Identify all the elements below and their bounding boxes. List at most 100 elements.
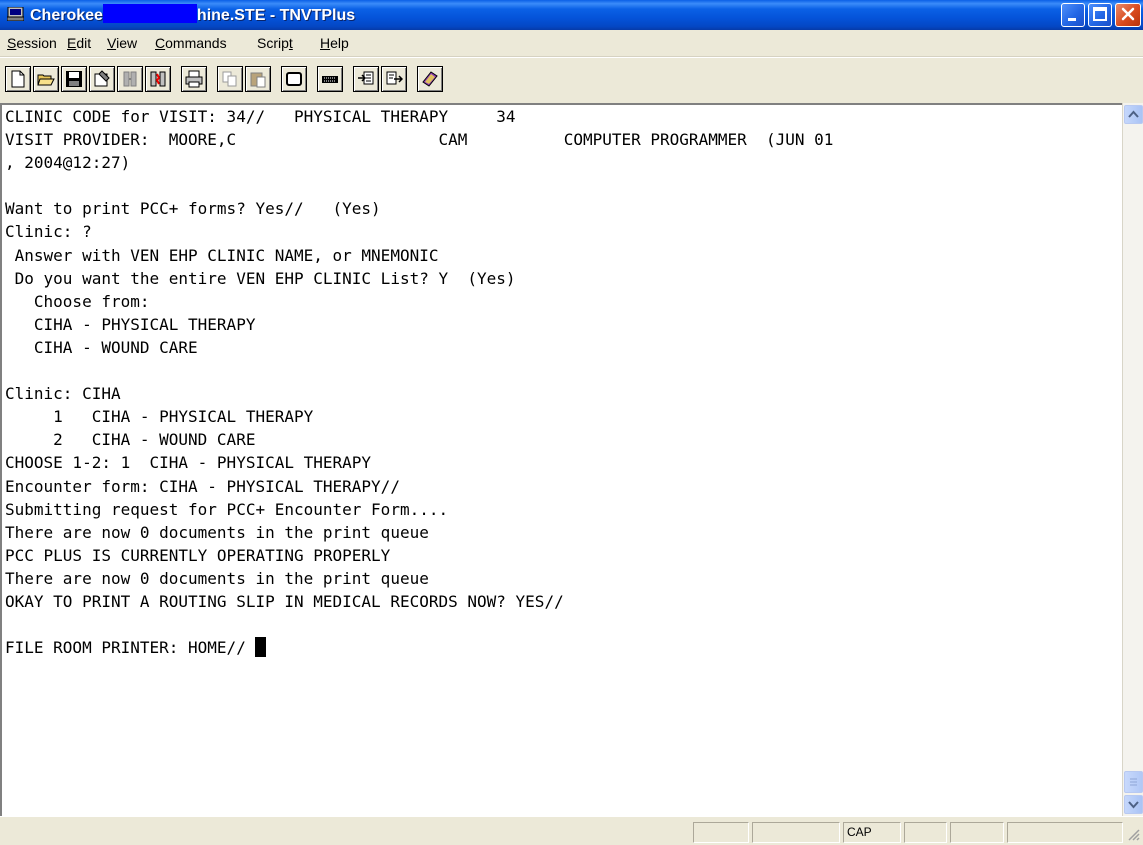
window-title-part2: hine.STE - TNVTPlus xyxy=(196,7,356,24)
maximize-button[interactable] xyxy=(1088,3,1112,27)
window-title: Cherokee hine.STE - TNVTPlus xyxy=(30,4,355,27)
connect-button[interactable] xyxy=(117,66,143,92)
close-icon xyxy=(1121,7,1135,21)
grip-lines-icon xyxy=(1130,778,1137,786)
menu-view-mnemonic: V xyxy=(107,35,117,51)
terminal-output: CLINIC CODE for VISIT: 34// PHYSICAL THE… xyxy=(5,105,833,659)
new-icon xyxy=(11,70,25,88)
terminal-line: CIHA - PHYSICAL THERAPY xyxy=(5,314,256,334)
blank-screen-icon xyxy=(286,72,302,86)
minimize-button[interactable] xyxy=(1061,3,1085,27)
keyboard-icon xyxy=(322,76,338,83)
terminal-app-icon xyxy=(7,7,24,21)
status-panel xyxy=(693,822,749,843)
menu-script[interactable]: Script xyxy=(257,35,293,51)
menu-bar: Session Edit View Commands Script Help xyxy=(0,30,1143,57)
menu-session-mnemonic: S xyxy=(7,35,17,51)
menu-help[interactable]: Help xyxy=(320,35,349,51)
terminal-line: Clinic: ? xyxy=(5,222,92,242)
copy-icon xyxy=(222,71,237,87)
window-title-part1: Cherokee xyxy=(30,7,103,24)
scroll-up-button[interactable] xyxy=(1124,105,1143,124)
scroll-thumb[interactable] xyxy=(1124,771,1143,793)
save-icon xyxy=(66,71,82,87)
paste-button[interactable] xyxy=(245,66,271,92)
terminal-prompt-line: FILE ROOM PRINTER: HOME// xyxy=(5,638,256,658)
menu-edit[interactable]: Edit xyxy=(67,35,91,51)
print-icon xyxy=(185,70,203,88)
menu-edit-mnemonic: E xyxy=(67,35,77,51)
paste-icon xyxy=(250,72,266,88)
terminal-screen[interactable]: CLINIC CODE for VISIT: 34// PHYSICAL THE… xyxy=(0,103,1122,816)
redaction-box xyxy=(102,4,197,23)
menu-commands-mnemonic: C xyxy=(155,35,166,51)
terminal-line: PCC PLUS IS CURRENTLY OPERATING PROPERLY xyxy=(5,545,391,565)
minimize-icon xyxy=(1068,18,1076,21)
export-icon xyxy=(386,71,403,85)
menu-view[interactable]: View xyxy=(107,35,137,51)
disconnect-icon xyxy=(150,71,166,87)
chevron-up-icon xyxy=(1128,110,1139,118)
menu-help-label: elp xyxy=(330,35,349,51)
caps-lock-indicator: CAP xyxy=(843,822,901,843)
application-window: Cherokee hine.STE - TNVTPlus Session Edit… xyxy=(0,0,1143,845)
status-panel xyxy=(752,822,840,843)
menu-script-label: Scrip xyxy=(257,35,289,51)
vertical-scrollbar[interactable] xyxy=(1122,103,1143,816)
close-button[interactable] xyxy=(1115,3,1141,27)
terminal-line: CHOOSE 1-2: 1 CIHA - PHYSICAL THERAPY xyxy=(5,453,372,473)
terminal-line: Do you want the entire VEN EHP CLINIC Li… xyxy=(5,268,516,288)
help-book-icon xyxy=(422,71,438,87)
terminal-line: OKAY TO PRINT A ROUTING SLIP IN MEDICAL … xyxy=(5,591,564,611)
terminal-line: CIHA - WOUND CARE xyxy=(5,337,198,357)
import-icon xyxy=(358,71,374,85)
new-button[interactable] xyxy=(5,66,31,92)
open-icon xyxy=(37,74,55,86)
text-cursor xyxy=(255,637,267,658)
terminal-line: There are now 0 documents in the print q… xyxy=(5,568,429,588)
menu-commands[interactable]: Commands xyxy=(155,35,227,51)
terminal-line: Submitting request for PCC+ Encounter Fo… xyxy=(5,499,449,519)
status-panel xyxy=(904,822,947,843)
terminal-line: There are now 0 documents in the print q… xyxy=(5,522,429,542)
title-bar[interactable]: Cherokee hine.STE - TNVTPlus xyxy=(0,0,1143,30)
terminal-line: Clinic: CIHA xyxy=(5,384,121,404)
connect-icon xyxy=(123,71,137,87)
maximize-icon xyxy=(1093,7,1107,21)
properties-button[interactable] xyxy=(89,66,115,92)
menu-session-label: ession xyxy=(16,35,57,51)
disconnect-button[interactable] xyxy=(145,66,171,92)
keyboard-button[interactable] xyxy=(317,66,343,92)
scroll-down-button[interactable] xyxy=(1124,795,1143,814)
menu-session[interactable]: Session xyxy=(7,35,57,51)
status-bar: CAP xyxy=(0,816,1143,845)
status-panel xyxy=(950,822,1004,843)
toolbar xyxy=(0,57,1143,104)
open-button[interactable] xyxy=(33,66,59,92)
terminal-line: Answer with VEN EHP CLINIC NAME, or MNEM… xyxy=(5,245,439,265)
print-button[interactable] xyxy=(181,66,207,92)
help-button[interactable] xyxy=(417,66,443,92)
properties-icon xyxy=(94,70,110,87)
menu-script-mnemonic: t xyxy=(288,35,293,51)
terminal-line: 2 CIHA - WOUND CARE xyxy=(5,430,256,450)
status-panel xyxy=(1007,822,1123,843)
copy-button[interactable] xyxy=(217,66,243,92)
terminal-line: VISIT PROVIDER: MOORE,C CAM COMPUTER PRO… xyxy=(5,130,834,150)
menu-help-mnemonic: H xyxy=(320,35,331,51)
import-button[interactable] xyxy=(353,66,379,92)
chevron-down-icon xyxy=(1128,801,1139,809)
menu-edit-label: dit xyxy=(76,35,92,51)
terminal-line: Want to print PCC+ forms? Yes// (Yes) xyxy=(5,199,381,219)
terminal-line: Choose from: xyxy=(5,291,150,311)
resize-grip-icon[interactable] xyxy=(1125,826,1141,842)
export-button[interactable] xyxy=(381,66,407,92)
terminal-line: , 2004@12:27) xyxy=(5,153,131,173)
terminal-line: Encounter form: CIHA - PHYSICAL THERAPY/… xyxy=(5,476,400,496)
menu-view-label: iew xyxy=(116,35,138,51)
blank-screen-button[interactable] xyxy=(281,66,307,92)
save-button[interactable] xyxy=(61,66,87,92)
terminal-line: CLINIC CODE for VISIT: 34// PHYSICAL THE… xyxy=(5,107,516,126)
terminal-line: 1 CIHA - PHYSICAL THERAPY xyxy=(5,407,314,427)
menu-commands-label: ommands xyxy=(165,35,227,51)
